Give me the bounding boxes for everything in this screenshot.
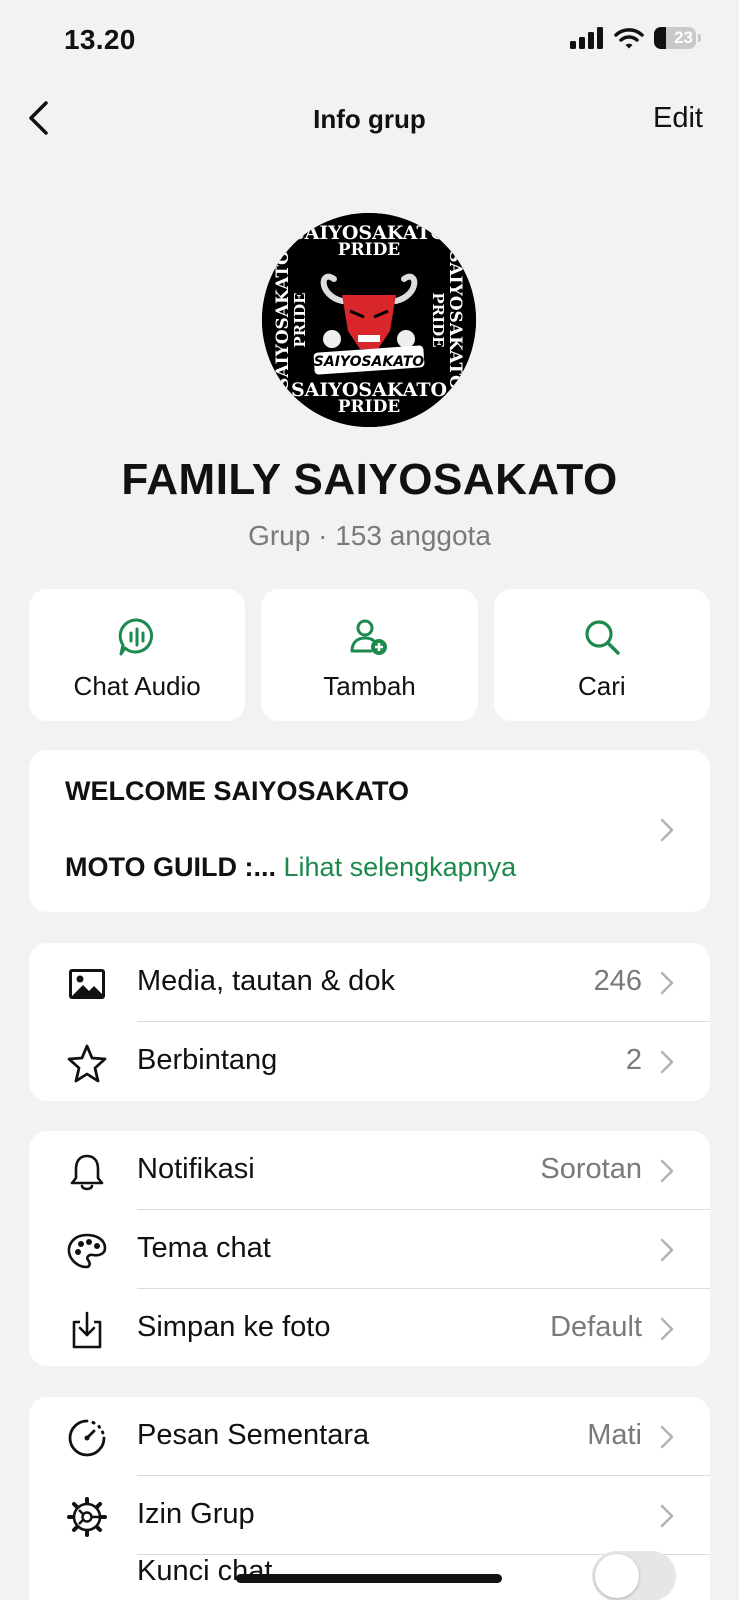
wifi-icon bbox=[614, 28, 644, 49]
search-label: Cari bbox=[577, 671, 626, 701]
svg-text:SAIYOSAKATO: SAIYOSAKATO bbox=[314, 354, 424, 370]
battery-tip bbox=[698, 34, 701, 42]
notifications-row[interactable]: Notifikasi Sorotan bbox=[29, 1131, 710, 1210]
chevron-right-icon bbox=[660, 1425, 674, 1449]
bell-icon bbox=[65, 1150, 109, 1194]
star-icon bbox=[65, 1041, 109, 1085]
palette-icon bbox=[65, 1229, 109, 1273]
lock-icon bbox=[65, 1595, 109, 1600]
edit-button[interactable]: Edit bbox=[653, 102, 703, 135]
row-label: Berbintang bbox=[137, 1044, 278, 1076]
battery-icon: 23 bbox=[654, 27, 696, 49]
status-icons: 23 bbox=[570, 27, 701, 49]
row-value: 246 bbox=[593, 965, 642, 997]
svg-text:SAIYOSAKATO: SAIYOSAKATO bbox=[273, 250, 293, 390]
chat-theme-row[interactable]: Tema chat bbox=[29, 1210, 710, 1289]
group-description[interactable]: WELCOME SAIYOSAKATO MOTO GUILD :... Liha… bbox=[29, 750, 710, 912]
audio-chat-icon bbox=[118, 618, 154, 656]
lock-chat-toggle[interactable] bbox=[592, 1551, 676, 1600]
row-label: Pesan Sementara bbox=[137, 1419, 370, 1451]
chevron-right-icon bbox=[660, 971, 674, 995]
description-line-2: MOTO GUILD :... Lihat selengkapnya bbox=[65, 852, 516, 883]
group-name: FAMILY SAIYOSAKATO bbox=[121, 455, 618, 504]
page-title: Info grup bbox=[313, 104, 426, 134]
description-line-1: WELCOME SAIYOSAKATO bbox=[65, 776, 410, 806]
row-value: 2 bbox=[625, 1044, 642, 1076]
add-member-button[interactable]: Tambah bbox=[261, 589, 478, 721]
signal-icon bbox=[570, 27, 603, 49]
search-button[interactable]: Cari bbox=[493, 589, 710, 721]
group-avatar[interactable]: SAIYOSAKATO PRIDE SAIYOSAKATO PRIDE SAIY… bbox=[262, 213, 476, 427]
media-links-docs-row[interactable]: Media, tautan & dok 246 bbox=[29, 943, 710, 1022]
save-to-photos-row[interactable]: Simpan ke foto Default bbox=[29, 1289, 710, 1366]
row-label: Kunci chat bbox=[137, 1555, 273, 1587]
row-value: Mati bbox=[587, 1419, 642, 1451]
add-member-label: Tambah bbox=[323, 671, 416, 701]
group-settings-section: Pesan Sementara Mati Izin Grup Kunci cha… bbox=[29, 1397, 710, 1600]
row-label: Izin Grup bbox=[137, 1498, 255, 1530]
action-buttons: Chat Audio Tambah Cari bbox=[29, 589, 710, 721]
media-section: Media, tautan & dok 246 Berbintang 2 bbox=[29, 943, 710, 1101]
settings-section: Notifikasi Sorotan Tema chat Simpan ke f… bbox=[29, 1131, 710, 1366]
group-permissions-row[interactable]: Izin Grup bbox=[29, 1476, 710, 1555]
description-line-2-text: MOTO GUILD :... bbox=[65, 852, 276, 882]
chevron-right-icon bbox=[660, 1159, 674, 1183]
svg-text:PRIDE: PRIDE bbox=[429, 292, 447, 347]
image-icon bbox=[65, 962, 109, 1006]
status-bar: 13.20 23 bbox=[0, 0, 739, 80]
svg-text:SAIYOSAKATO: SAIYOSAKATO bbox=[445, 250, 465, 390]
row-label: Notifikasi bbox=[137, 1153, 255, 1185]
nav-bar: Info grup Edit bbox=[0, 88, 739, 148]
svg-text:PRIDE: PRIDE bbox=[338, 240, 401, 260]
gear-icon bbox=[65, 1495, 109, 1539]
chevron-right-icon bbox=[660, 1504, 674, 1528]
row-label: Simpan ke foto bbox=[137, 1311, 331, 1343]
chat-audio-label: Chat Audio bbox=[73, 671, 201, 701]
download-icon bbox=[65, 1308, 109, 1352]
row-label: Media, tautan & dok bbox=[137, 965, 395, 997]
chat-audio-button[interactable]: Chat Audio bbox=[29, 589, 246, 721]
toggle-knob bbox=[595, 1554, 639, 1598]
battery-level: 23 bbox=[674, 28, 693, 47]
row-value: Sorotan bbox=[540, 1153, 642, 1185]
row-value: Default bbox=[550, 1311, 642, 1343]
row-label: Tema chat bbox=[137, 1232, 271, 1264]
timer-icon bbox=[65, 1416, 109, 1460]
chevron-right-icon bbox=[660, 1317, 674, 1341]
status-time: 13.20 bbox=[64, 24, 136, 55]
chevron-right-icon bbox=[660, 1050, 674, 1074]
search-icon bbox=[585, 620, 620, 655]
group-subtitle: Grup · 153 anggota bbox=[248, 520, 491, 551]
add-person-icon bbox=[350, 619, 388, 655]
svg-text:PRIDE: PRIDE bbox=[338, 397, 401, 417]
home-indicator bbox=[236, 1574, 502, 1583]
svg-text:PRIDE: PRIDE bbox=[291, 292, 309, 347]
group-logo: SAIYOSAKATO PRIDE SAIYOSAKATO PRIDE SAIY… bbox=[262, 213, 476, 427]
disappearing-messages-row[interactable]: Pesan Sementara Mati bbox=[29, 1397, 710, 1476]
see-more-link[interactable]: Lihat selengkapnya bbox=[284, 852, 517, 882]
chevron-right-icon bbox=[660, 818, 674, 842]
starred-row[interactable]: Berbintang 2 bbox=[29, 1022, 710, 1101]
chevron-right-icon bbox=[660, 1238, 674, 1262]
